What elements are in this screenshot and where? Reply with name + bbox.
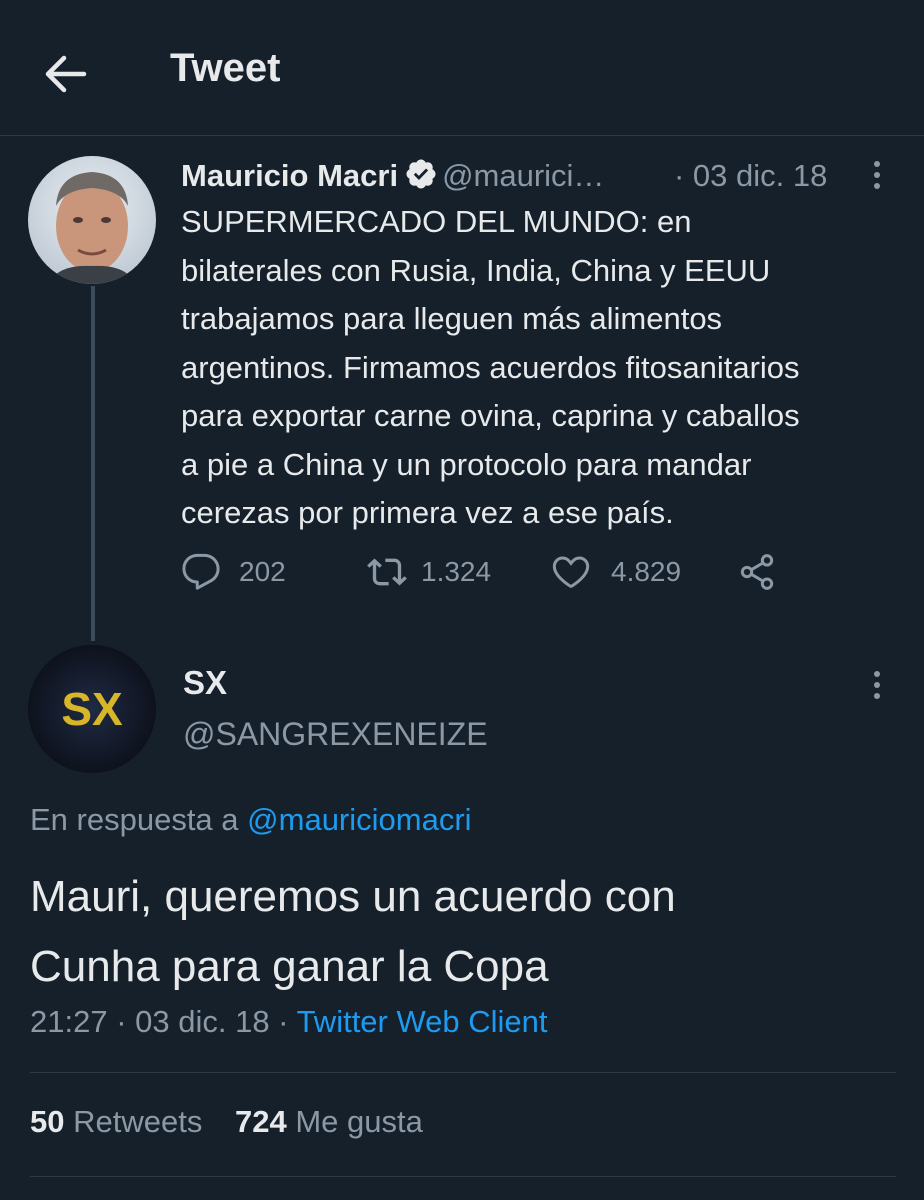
tweet-text-line: Cunha para ganar la Copa [30, 942, 549, 991]
parent-tweet-actions: 202 1.324 4.829 [181, 548, 821, 596]
retweets-stat-count: 50 [30, 1104, 65, 1139]
in-reply-to: En respuesta a @mauriciomacri [30, 802, 472, 838]
tweet-full-date[interactable]: · 03 dic. 18 · [116, 1004, 288, 1039]
thread-connector-line [91, 286, 95, 641]
reply-icon [182, 553, 220, 590]
retweets-stat[interactable]: 50 Retweets [30, 1104, 202, 1139]
in-reply-to-handle[interactable]: @mauriciomacri [247, 802, 471, 837]
likes-stat[interactable]: 724 Me gusta [235, 1104, 423, 1139]
tweet-text-line: argentinos. Firmamos acuerdos fitosanita… [181, 349, 800, 385]
reply-tweet-text: Mauri, queremos un acuerdo con Cunha par… [30, 862, 900, 1002]
stats-divider [30, 1072, 896, 1073]
reply-more-options-icon[interactable] [871, 668, 883, 702]
avatar-logo: SX [28, 645, 156, 773]
bottom-divider [30, 1176, 896, 1177]
likes-stat-label: Me gusta [295, 1104, 423, 1139]
reply-author-name[interactable]: SX [183, 664, 227, 702]
tweet-date[interactable]: · 03 dic. 18 [674, 156, 827, 196]
verified-badge-icon [406, 159, 436, 189]
share-button[interactable] [737, 548, 777, 596]
reply-author-handle[interactable]: @SANGREXENEIZE [183, 716, 488, 753]
retweet-count: 1.324 [421, 556, 492, 587]
tweet-text-line: bilaterales con Rusia, India, China y EE… [181, 252, 771, 288]
tweet-text-line: SUPERMERCADO DEL MUNDO: en [181, 204, 692, 239]
avatar-text: SX [61, 683, 123, 735]
header-divider [0, 135, 924, 136]
top-bar: Tweet [0, 0, 924, 136]
tweet-text-line: cerezas por primera vez a ese país. [181, 495, 674, 530]
retweets-stat-label: Retweets [73, 1104, 203, 1139]
tweet-stats: 50 Retweets 724 Me gusta [30, 1104, 423, 1140]
tweet-meta: 21:27 · 03 dic. 18 · Twitter Web Client [30, 1004, 548, 1040]
tweet-text-line: a pie a China y un protocolo para mandar [181, 446, 752, 482]
author-handle[interactable]: @maurici… [442, 158, 604, 193]
tweet-text-line: Mauri, queremos un acuerdo con [30, 872, 676, 921]
tweet-text-line: trabajamos para lleguen más alimentos [181, 301, 723, 336]
parent-tweet-text: SUPERMERCADO DEL MUNDO: en bilaterales c… [181, 198, 901, 538]
heart-icon [552, 556, 590, 588]
reply-count: 202 [239, 556, 286, 587]
avatar-photo [28, 156, 156, 284]
like-count: 4.829 [611, 556, 682, 587]
reply-button[interactable]: 202 [181, 548, 286, 596]
avatar-mauricio-macri[interactable] [28, 156, 156, 284]
in-reply-to-label: En respuesta a [30, 802, 239, 837]
retweet-icon [367, 558, 407, 586]
avatar-sx[interactable]: SX [28, 645, 156, 773]
back-button[interactable] [42, 50, 90, 98]
like-button[interactable]: 4.829 [551, 548, 681, 596]
share-icon [740, 554, 774, 590]
more-options-icon[interactable] [871, 158, 883, 192]
likes-stat-count: 724 [234, 1104, 287, 1139]
tweet-screen: Tweet Mauricio Macri @maurici… · 03 dic.… [0, 0, 924, 1200]
author-name[interactable]: Mauricio Macri [181, 158, 398, 193]
page-title: Tweet [170, 46, 281, 90]
retweet-button[interactable]: 1.324 [367, 548, 491, 596]
tweet-text-line: para exportar carne ovina, caprina y cab… [181, 398, 800, 433]
tweet-time[interactable]: 21:27 [30, 1004, 108, 1039]
tweet-client[interactable]: Twitter Web Client [297, 1004, 548, 1039]
arrow-left-icon [45, 55, 87, 93]
